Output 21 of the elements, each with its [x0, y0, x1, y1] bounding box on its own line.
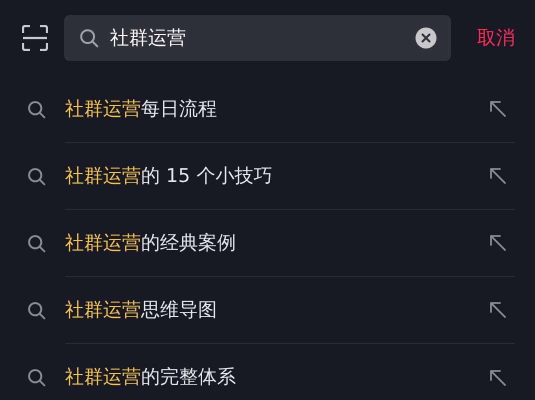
suggestion-text[interactable]: 社群运营的 15 个小技巧 [65, 162, 489, 190]
arrow-icon[interactable] [489, 368, 507, 386]
arrow-icon[interactable] [489, 100, 507, 118]
suggestion-text[interactable]: 社群运营的完整体系 [65, 363, 489, 392]
suggestion-text[interactable]: 社群运营思维导图 [65, 296, 489, 324]
clear-icon[interactable] [415, 27, 437, 49]
search-icon [26, 166, 47, 187]
scan-icon[interactable] [22, 25, 48, 51]
search-icon [26, 99, 47, 120]
search-icon [78, 27, 100, 49]
suggestion-text[interactable]: 社群运营每日流程 [65, 94, 489, 124]
arrow-icon[interactable] [489, 234, 507, 252]
search-text: 社群运营 [110, 26, 187, 51]
arrow-icon[interactable] [489, 167, 507, 185]
search-field[interactable]: 社群运营 [64, 15, 451, 61]
arrow-icon[interactable] [489, 301, 507, 319]
search-icon [26, 300, 47, 321]
search-icon [26, 233, 47, 254]
search-icon [26, 367, 47, 388]
cancel-button[interactable]: 取消 [477, 24, 515, 52]
suggestion-text[interactable]: 社群运营的经典案例 [65, 228, 489, 258]
